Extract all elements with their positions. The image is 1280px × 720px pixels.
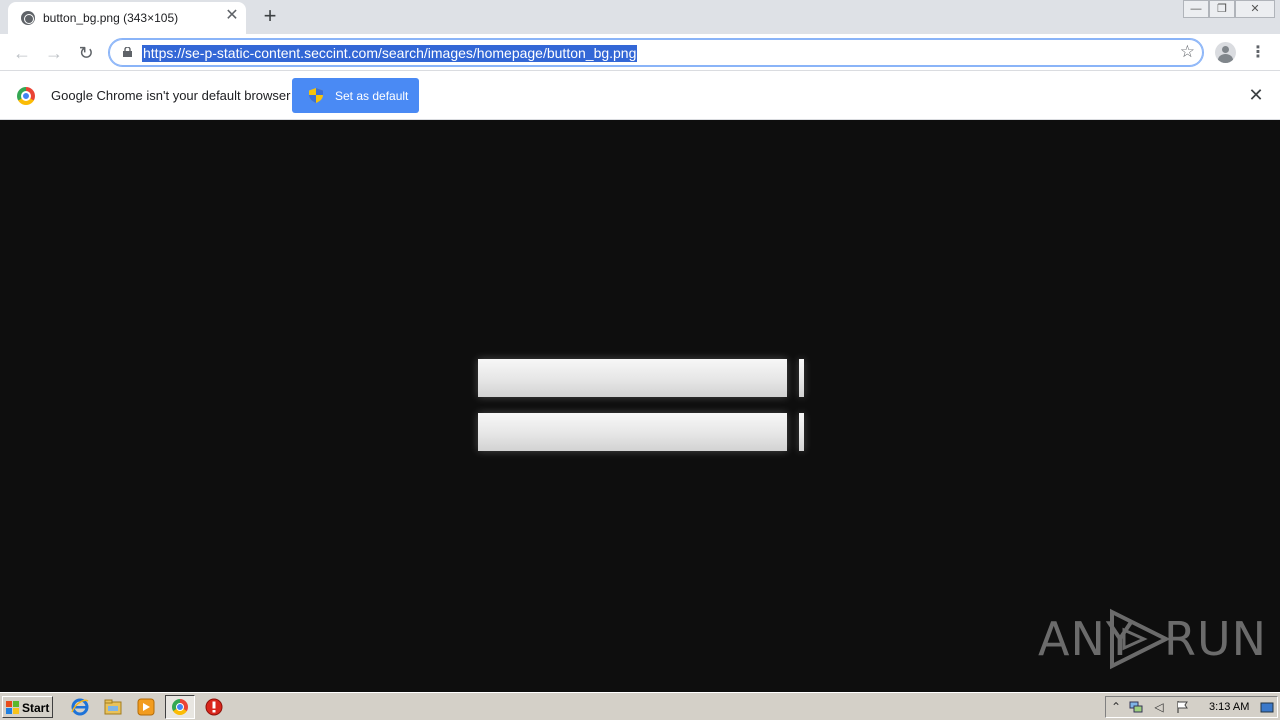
chrome-icon: [172, 699, 188, 715]
start-label: Start: [22, 701, 50, 715]
watermark-right-text: RUN: [1164, 612, 1268, 666]
volume-icon[interactable]: ◁: [1152, 700, 1166, 714]
tab-close-icon[interactable]: ✕: [224, 8, 240, 24]
action-center-flag-icon[interactable]: [1176, 700, 1190, 714]
tab-strip: button_bg.png (343×105) ✕ + — ❐ ✕: [0, 0, 1280, 34]
chrome-menu-button[interactable]: ⋮: [1250, 42, 1266, 64]
tab-title: button_bg.png (343×105): [43, 11, 179, 25]
windows-flag-icon: [6, 701, 19, 714]
image-viewport: [0, 120, 1280, 692]
button-bg-image-top-edge: [799, 359, 804, 397]
set-as-default-button[interactable]: Set as default: [292, 78, 419, 113]
button-bg-image-top: [478, 359, 787, 397]
address-bar[interactable]: https://se-p-static-content.seccint.com/…: [108, 38, 1204, 67]
default-browser-infobar: Google Chrome isn't your default browser…: [0, 71, 1280, 120]
start-button[interactable]: Start: [2, 696, 53, 718]
media-player-icon[interactable]: [137, 698, 155, 716]
browser-toolbar: ← → ↻ https://se-p-static-content.seccin…: [0, 34, 1280, 71]
infobar-message: Google Chrome isn't your default browser: [51, 88, 291, 103]
tray-expand-icon[interactable]: ⌃: [1109, 700, 1123, 714]
profile-avatar-icon[interactable]: [1215, 42, 1236, 63]
explorer-folder-icon[interactable]: [104, 698, 122, 716]
restore-button[interactable]: ❐: [1209, 0, 1235, 18]
uac-shield-icon: [309, 88, 323, 103]
ie-icon[interactable]: [71, 698, 89, 716]
stop-icon[interactable]: [205, 698, 223, 716]
windows-taskbar: Start ⌃ ◁ 3:13 AM: [0, 692, 1280, 720]
new-tab-button[interactable]: +: [259, 5, 281, 27]
network-icon[interactable]: [1129, 700, 1143, 714]
lock-icon[interactable]: [123, 47, 132, 57]
infobar-close-icon[interactable]: ✕: [1247, 86, 1265, 104]
globe-icon: [21, 11, 35, 25]
url-text[interactable]: https://se-p-static-content.seccint.com/…: [142, 45, 638, 62]
tab-active[interactable]: button_bg.png (343×105) ✕: [8, 2, 246, 34]
back-button[interactable]: ←: [10, 41, 34, 65]
reload-button[interactable]: ↻: [74, 41, 98, 65]
taskbar-clock[interactable]: 3:13 AM: [1209, 701, 1249, 713]
avatar-body: [1218, 54, 1233, 63]
bookmark-star-icon[interactable]: ☆: [1180, 42, 1195, 62]
button-bg-image-bottom-edge: [799, 413, 804, 451]
button-bg-image-bottom: [478, 413, 787, 451]
play-logo-icon: [1110, 608, 1170, 670]
window-close-button[interactable]: ✕: [1235, 0, 1275, 18]
chrome-logo-icon: [17, 87, 35, 105]
set-as-default-label: Set as default: [335, 89, 409, 103]
chrome-icon-center: [176, 703, 184, 711]
minimize-button[interactable]: —: [1183, 0, 1209, 18]
system-tray: ⌃ ◁ 3:13 AM: [1105, 696, 1278, 718]
forward-button[interactable]: →: [42, 41, 66, 65]
avatar-head: [1222, 46, 1229, 53]
chrome-taskbar-button[interactable]: [165, 695, 195, 719]
show-desktop-icon[interactable]: [1260, 700, 1274, 714]
